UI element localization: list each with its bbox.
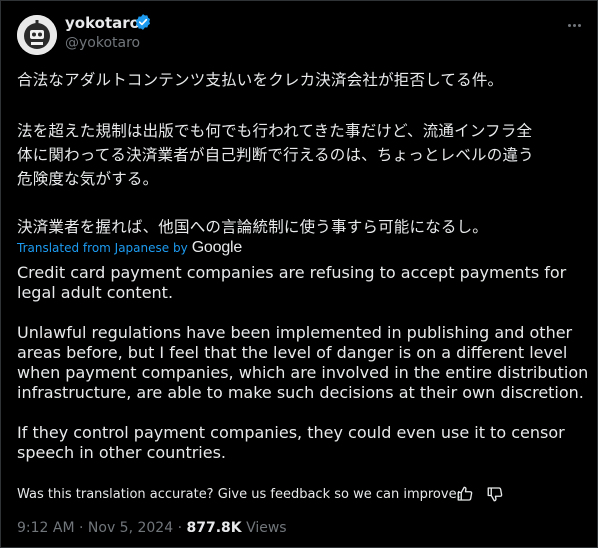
robot-face-icon <box>17 15 57 55</box>
more-dot-icon <box>567 23 571 27</box>
original-text-line: 法を超えた規制は出版でも何でも行われてきた事だけど、流通インフラ全 <box>17 122 533 140</box>
translation-line: If they control payment companies, they … <box>17 423 565 442</box>
more-dot-icon <box>572 23 576 27</box>
more-dot-icon <box>577 23 581 27</box>
translation-line: Credit card payment companies are refusi… <box>17 263 567 282</box>
author-name[interactable]: yokotaro <box>65 14 140 32</box>
translation-line: infrastructure, are able to make such de… <box>17 383 584 402</box>
thumbs-up-icon[interactable] <box>456 485 474 503</box>
post-card: yokotaro @yokotaro 合法なアダルトコンテンツ支払いをクレカ決済… <box>0 0 598 548</box>
more-options-button[interactable] <box>564 15 584 35</box>
post-meta: 9:12 AM · Nov 5, 2024 · 877.8K Views <box>17 520 287 536</box>
author-handle[interactable]: @yokotaro <box>65 35 140 51</box>
translated-by-label: Translated from Japanese by <box>17 241 188 255</box>
google-logo: Google <box>191 239 243 256</box>
translation-feedback-prompt: Was this translation accurate? Give us f… <box>17 487 461 502</box>
translated-by-link[interactable]: Translated from Japanese by Google <box>17 239 242 257</box>
verified-badge-icon <box>135 14 151 30</box>
views-label: Views <box>246 520 287 536</box>
original-text-line: 合法なアダルトコンテンツ支払いをクレカ決済会社が拒否してる件。 <box>17 71 504 89</box>
views-count: 877.8K <box>186 520 242 536</box>
translation-line: when payment companies, which are involv… <box>17 363 589 382</box>
translation-line: Unlawful regulations have been implement… <box>17 323 573 342</box>
post-time[interactable]: 9:12 AM <box>17 520 75 536</box>
post-date[interactable]: Nov 5, 2024 <box>88 520 173 536</box>
original-text-line: 体に関わってる決済業者が自己判断で行えるのは、ちょっとレベルの違う <box>17 146 534 164</box>
original-text-line: 危険度な気がする。 <box>17 170 159 188</box>
translation-line: legal adult content. <box>17 283 174 302</box>
original-text-line: 決済業者を握れば、他国への言論統制に使う事すら可能になるし。 <box>17 218 489 236</box>
avatar[interactable] <box>17 15 57 55</box>
meta-separator: · <box>79 520 88 536</box>
thumbs-down-icon[interactable] <box>486 485 504 503</box>
translation-line: speech in other countries. <box>17 443 227 462</box>
translation-line: areas before, but I feel that the level … <box>17 343 568 362</box>
